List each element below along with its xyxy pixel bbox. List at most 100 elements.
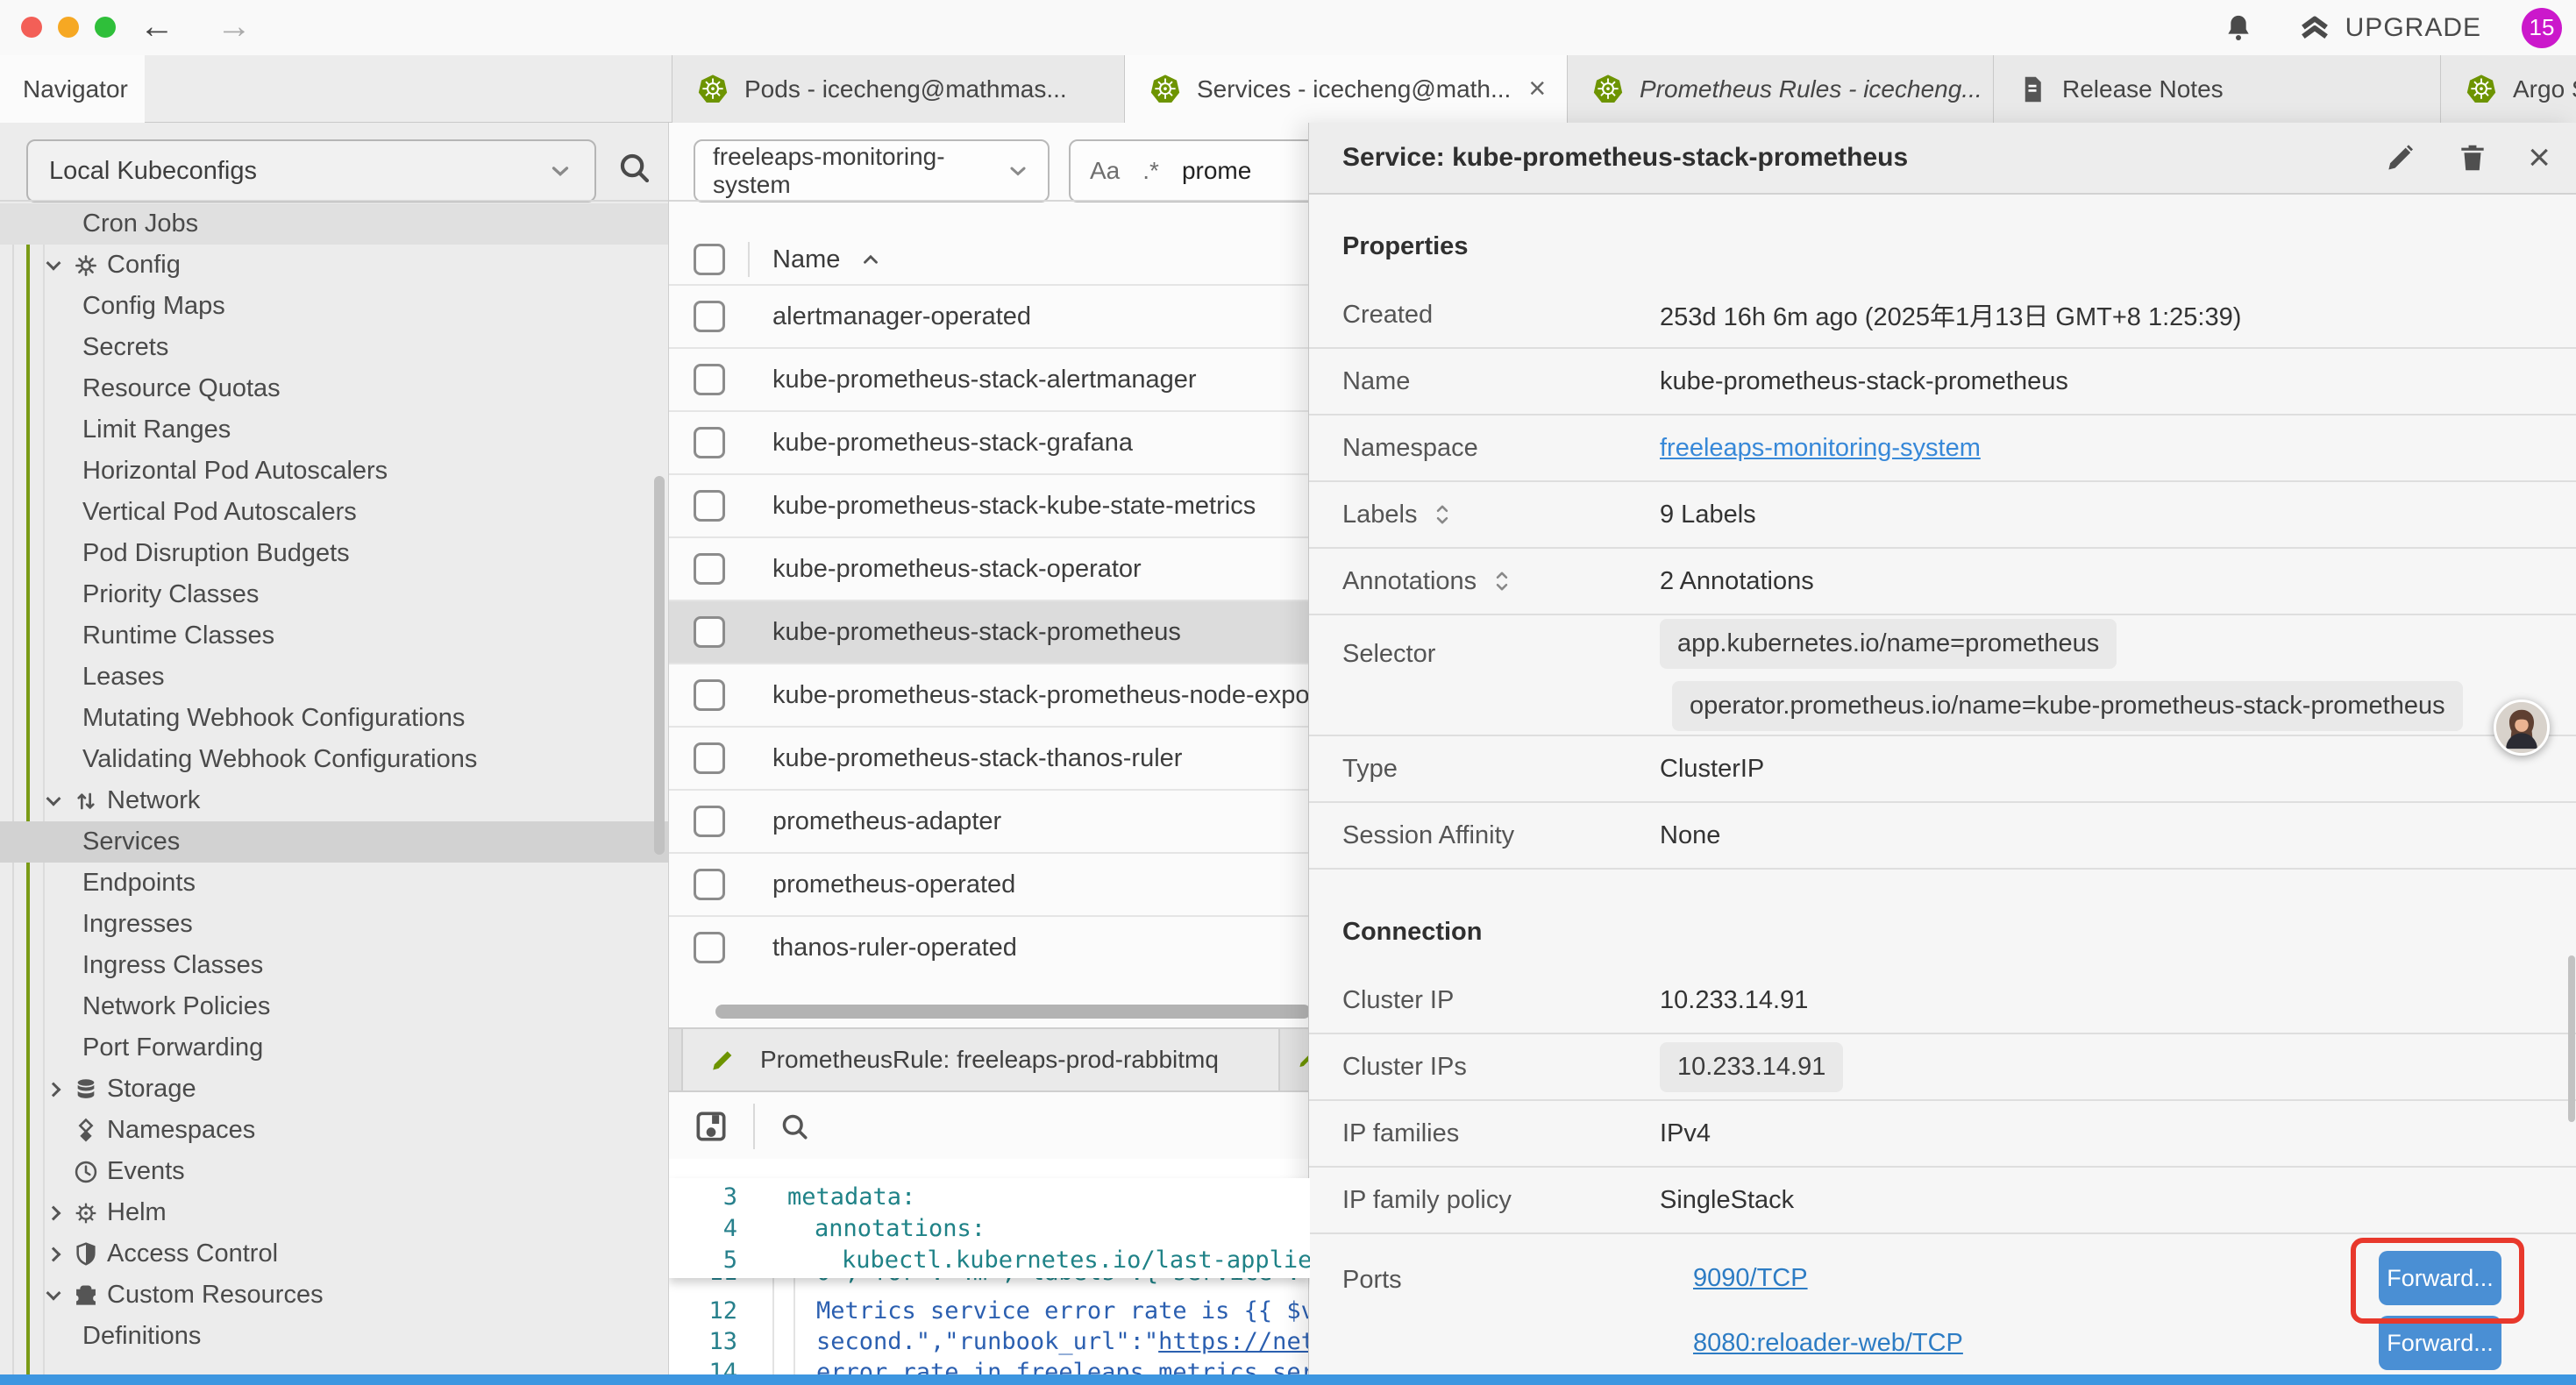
property-value: 10.233.14.91 [1660, 986, 1808, 1015]
sidebar-search-icon[interactable] [614, 147, 654, 188]
editor-search-icon[interactable] [776, 1108, 813, 1145]
table-row-kube-prometheus-stack-thanos-ruler[interactable]: kube-prometheus-stack-thanos-ruler [669, 726, 1310, 789]
horizontal-scrollbar[interactable] [715, 1005, 1310, 1019]
sidebar-item-custom-resources[interactable]: Custom Resources [0, 1275, 668, 1316]
tab-pods-icecheng-mathmas[interactable]: Pods - icecheng@mathmas... [672, 55, 1125, 123]
row-checkbox[interactable] [694, 742, 725, 774]
sidebar-item-cron-jobs[interactable]: Cron Jobs [0, 203, 668, 245]
sidebar-item-resource-quotas[interactable]: Resource Quotas [0, 368, 668, 409]
forward-button[interactable]: Forward... [2379, 1316, 2501, 1370]
upgrade-button[interactable]: UPGRADE [2296, 10, 2481, 46]
tab-argo-se[interactable]: Argo Se [2441, 55, 2576, 123]
forward-arrow-icon[interactable]: → [214, 7, 254, 47]
row-checkbox[interactable] [694, 553, 725, 585]
chevron-down-icon[interactable] [40, 1282, 67, 1309]
chevron-right-icon[interactable] [40, 1241, 67, 1268]
row-checkbox[interactable] [694, 301, 725, 332]
sidebar-item-secrets[interactable]: Secrets [0, 327, 668, 368]
editor-tab-partial[interactable] [1282, 1029, 1310, 1090]
port-link[interactable]: 9090/TCP [1693, 1264, 1808, 1293]
sidebar-item-network-policies[interactable]: Network Policies [0, 986, 668, 1027]
sidebar-item-config-maps[interactable]: Config Maps [0, 286, 668, 327]
table-row-prometheus-adapter[interactable]: prometheus-adapter [669, 789, 1310, 852]
editor-tab-prometheusrule[interactable]: PrometheusRule: freeleaps-prod-rabbitmq [681, 1029, 1280, 1090]
sort-updown-icon[interactable] [1491, 566, 1513, 596]
minimize-window-button[interactable] [58, 17, 79, 38]
close-tab-icon[interactable]: × [1525, 72, 1549, 106]
delete-trash-icon[interactable] [2456, 141, 2489, 174]
table-row-kube-prometheus-stack-alertmanager[interactable]: kube-prometheus-stack-alertmanager [669, 347, 1310, 410]
select-all-checkbox[interactable] [694, 244, 725, 275]
table-row-kube-prometheus-stack-kube-state-metrics[interactable]: kube-prometheus-stack-kube-state-metrics [669, 473, 1310, 536]
sidebar-item-leases[interactable]: Leases [0, 657, 668, 698]
row-checkbox[interactable] [694, 932, 725, 963]
sort-asc-icon[interactable] [859, 251, 882, 268]
sidebar-item-storage[interactable]: Storage [0, 1069, 668, 1110]
sort-updown-icon[interactable] [1431, 500, 1454, 529]
chevron-right-icon[interactable] [40, 1076, 67, 1103]
table-row-thanos-ruler-operated[interactable]: thanos-ruler-operated [669, 915, 1310, 978]
port-link[interactable]: 8080:reloader-web/TCP [1693, 1329, 1963, 1358]
sidebar-item-pod-disruption-budgets[interactable]: Pod Disruption Budgets [0, 533, 668, 574]
sidebar-item-horizontal-pod-autoscalers[interactable]: Horizontal Pod Autoscalers [0, 451, 668, 492]
sidebar-scrollbar[interactable] [654, 476, 665, 855]
filter-input[interactable]: Aa .* prome [1069, 139, 1310, 202]
sidebar-item-helm[interactable]: Helm [0, 1192, 668, 1233]
sidebar-item-runtime-classes[interactable]: Runtime Classes [0, 615, 668, 657]
row-checkbox[interactable] [694, 490, 725, 522]
sidebar-item-events[interactable]: Events [0, 1151, 668, 1192]
match-case-icon[interactable]: Aa [1090, 157, 1120, 185]
sidebar-item-validating-webhook-configurations[interactable]: Validating Webhook Configurations [0, 739, 668, 780]
chevron-down-icon[interactable] [40, 788, 67, 814]
user-avatar[interactable] [2494, 700, 2550, 756]
close-panel-icon[interactable]: × [2528, 140, 2551, 175]
sidebar-item-limit-ranges[interactable]: Limit Ranges [0, 409, 668, 451]
save-icon[interactable] [692, 1107, 730, 1146]
zoom-window-button[interactable] [95, 17, 116, 38]
close-window-button[interactable] [21, 17, 42, 38]
chevron-down-icon[interactable] [40, 252, 67, 279]
sidebar-item-definitions[interactable]: Definitions [0, 1316, 668, 1357]
sidebar-item-port-forwarding[interactable]: Port Forwarding [0, 1027, 668, 1069]
kubeconfig-select[interactable]: Local Kubeconfigs [26, 139, 596, 202]
yaml-line-12: 12Metrics service error rate is {{ $va [669, 1296, 1310, 1326]
chevron-right-icon[interactable] [40, 1200, 67, 1226]
yaml-editor[interactable]: 110","for":"4m","labels":{"service": 3me… [669, 1159, 1310, 1374]
sidebar-item-ingress-classes[interactable]: Ingress Classes [0, 945, 668, 986]
regex-icon[interactable]: .* [1142, 157, 1159, 185]
row-checkbox[interactable] [694, 616, 725, 648]
table-row-kube-prometheus-stack-prometheus-node-expor[interactable]: kube-prometheus-stack-prometheus-node-ex… [669, 663, 1310, 726]
tab-release-notes[interactable]: Release Notes [1994, 55, 2441, 123]
row-checkbox[interactable] [694, 427, 725, 458]
row-checkbox[interactable] [694, 869, 725, 900]
table-row-kube-prometheus-stack-prometheus[interactable]: kube-prometheus-stack-prometheus [669, 600, 1310, 663]
sidebar-item-access-control[interactable]: Access Control [0, 1233, 668, 1275]
row-checkbox[interactable] [694, 806, 725, 837]
sidebar-item-mutating-webhook-configurations[interactable]: Mutating Webhook Configurations [0, 698, 668, 739]
edit-pencil-icon[interactable] [2382, 140, 2417, 175]
sidebar-item-vertical-pod-autoscalers[interactable]: Vertical Pod Autoscalers [0, 492, 668, 533]
sidebar-item-ingresses[interactable]: Ingresses [0, 904, 668, 945]
details-scrollbar[interactable] [2568, 955, 2575, 1122]
profile-count-badge[interactable]: 15 [2522, 8, 2562, 48]
table-row-kube-prometheus-stack-operator[interactable]: kube-prometheus-stack-operator [669, 536, 1310, 600]
tab-prometheus-rules-icecheng[interactable]: Prometheus Rules - icecheng... [1568, 55, 1994, 123]
back-arrow-icon[interactable]: ← [137, 7, 177, 47]
name-column-header[interactable]: Name [772, 245, 840, 274]
tab-navigator[interactable]: Navigator [0, 55, 145, 123]
row-checkbox[interactable] [694, 679, 725, 711]
namespace-select[interactable]: freeleaps-monitoring-system [694, 139, 1050, 202]
table-row-alertmanager-operated[interactable]: alertmanager-operated [669, 284, 1310, 347]
notifications-bell-icon[interactable] [2221, 11, 2256, 46]
sidebar-item-priority-classes[interactable]: Priority Classes [0, 574, 668, 615]
sidebar-item-services[interactable]: Services [0, 821, 668, 863]
sidebar-item-network[interactable]: Network [0, 780, 668, 821]
table-row-kube-prometheus-stack-grafana[interactable]: kube-prometheus-stack-grafana [669, 410, 1310, 473]
tab-services-icecheng-math[interactable]: Services - icecheng@math...× [1125, 55, 1568, 123]
row-checkbox[interactable] [694, 364, 725, 395]
namespace-link[interactable]: freeleaps-monitoring-system [1660, 434, 1981, 463]
table-row-prometheus-operated[interactable]: prometheus-operated [669, 852, 1310, 915]
sidebar-item-namespaces[interactable]: Namespaces [0, 1110, 668, 1151]
sidebar-item-config[interactable]: Config [0, 245, 668, 286]
sidebar-item-endpoints[interactable]: Endpoints [0, 863, 668, 904]
